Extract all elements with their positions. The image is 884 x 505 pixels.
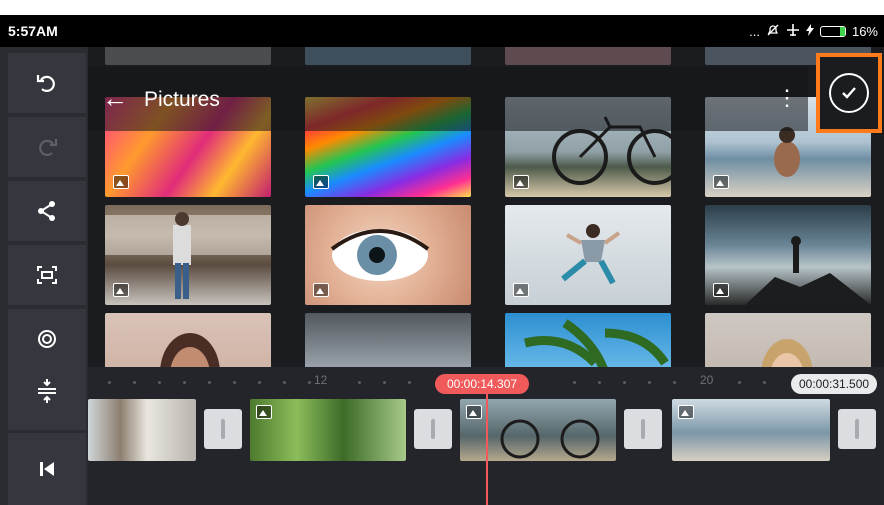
transition-button[interactable] bbox=[838, 409, 876, 449]
jump-to-start-button[interactable] bbox=[8, 433, 86, 505]
timeline-clip[interactable] bbox=[88, 399, 196, 461]
battery-icon bbox=[819, 26, 846, 37]
ruler-tick-label: 12 bbox=[314, 373, 328, 387]
share-icon bbox=[38, 201, 55, 221]
charging-icon bbox=[805, 24, 814, 39]
status-icons: ... 16% bbox=[749, 23, 878, 40]
jump-to-start-icon bbox=[40, 462, 54, 476]
battery-percent: 16% bbox=[851, 24, 878, 39]
timeline-clip[interactable] bbox=[460, 399, 616, 461]
image-type-icon bbox=[256, 405, 272, 419]
capture-frame-button[interactable] bbox=[8, 245, 86, 305]
picture-thumbnail[interactable] bbox=[105, 205, 271, 305]
picture-thumbnail[interactable] bbox=[505, 313, 671, 367]
more-options-icon[interactable]: ⋮ bbox=[776, 85, 798, 111]
image-type-icon bbox=[113, 283, 129, 297]
jumping-man-photo bbox=[561, 224, 621, 285]
playhead-line[interactable] bbox=[486, 393, 488, 505]
total-duration-badge: 00:00:31.500 bbox=[791, 374, 878, 394]
redo-button[interactable] bbox=[8, 117, 86, 177]
capture-frame-icon bbox=[37, 266, 57, 284]
image-type-icon bbox=[513, 283, 529, 297]
picture-thumbnail[interactable] bbox=[105, 313, 271, 367]
picture-thumbnail[interactable] bbox=[305, 47, 471, 65]
layers-toggle-button[interactable] bbox=[8, 352, 86, 430]
redo-icon bbox=[39, 139, 58, 156]
notifications-off-icon bbox=[766, 23, 780, 40]
page-title: Pictures bbox=[144, 88, 220, 111]
woman-walking-photo bbox=[105, 212, 271, 299]
status-time: 5:57AM bbox=[8, 23, 58, 39]
confirm-button[interactable] bbox=[829, 73, 869, 113]
current-time-badge: 00:00:14.307 bbox=[435, 374, 530, 394]
picture-thumbnail[interactable] bbox=[705, 205, 871, 305]
ruler-tick-label: 20 bbox=[700, 373, 714, 387]
more-notifications-icon: ... bbox=[749, 24, 760, 39]
image-type-icon bbox=[313, 283, 329, 297]
image-type-icon bbox=[466, 405, 482, 419]
settings-circle-icon bbox=[38, 330, 56, 348]
undo-icon bbox=[36, 75, 55, 92]
image-type-icon bbox=[113, 175, 129, 189]
timeline-panel: 12 20 00:00:14.307 00:00:31.500 bbox=[88, 367, 884, 505]
status-bar: 5:57AM ... 16% bbox=[0, 15, 884, 47]
transition-button[interactable] bbox=[204, 409, 242, 449]
image-type-icon bbox=[713, 283, 729, 297]
gallery-app-bar: ← Pictures ⋮ bbox=[88, 67, 808, 131]
image-type-icon bbox=[678, 405, 694, 419]
airplane-mode-icon bbox=[786, 23, 800, 40]
eye-closeup-photo bbox=[330, 229, 430, 281]
image-type-icon bbox=[713, 175, 729, 189]
picture-thumbnail[interactable] bbox=[105, 47, 271, 65]
hiker-on-rocks-photo bbox=[745, 236, 871, 305]
smiling-woman-photo bbox=[761, 339, 813, 367]
back-arrow-icon[interactable]: ← bbox=[102, 85, 128, 111]
share-button[interactable] bbox=[8, 181, 86, 241]
picture-thumbnail[interactable] bbox=[705, 313, 871, 367]
check-circle-icon bbox=[842, 87, 856, 99]
transition-button[interactable] bbox=[414, 409, 452, 449]
confirm-button-highlight bbox=[816, 53, 882, 133]
image-type-icon bbox=[513, 175, 529, 189]
picture-thumbnail[interactable] bbox=[505, 205, 671, 305]
picture-thumbnail[interactable] bbox=[305, 313, 471, 367]
woman-headscarf-photo bbox=[160, 333, 220, 367]
split-layers-icon bbox=[38, 379, 56, 403]
picture-thumbnail[interactable] bbox=[305, 205, 471, 305]
palm-trees-photo bbox=[523, 319, 669, 367]
picture-thumbnail[interactable] bbox=[505, 47, 671, 65]
undo-button[interactable] bbox=[8, 53, 86, 113]
image-type-icon bbox=[313, 175, 329, 189]
timeline-clip[interactable] bbox=[672, 399, 830, 461]
transition-button[interactable] bbox=[624, 409, 662, 449]
app-frame: 5:57AM ... 16% ← Pictures ⋮ 12 20 00:00:… bbox=[0, 15, 884, 505]
timeline-clip[interactable] bbox=[250, 399, 406, 461]
